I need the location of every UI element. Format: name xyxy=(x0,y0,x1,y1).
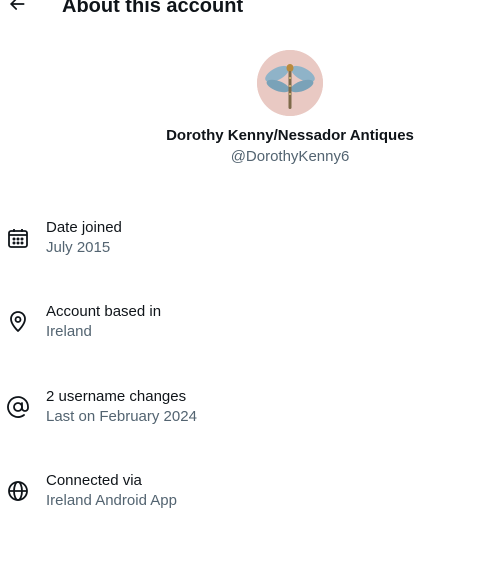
detail-value: July 2015 xyxy=(46,239,111,256)
calendar-icon xyxy=(6,226,30,250)
detail-label: Account based in xyxy=(46,303,162,320)
detail-value: Last on February 2024 xyxy=(46,408,197,425)
globe-icon xyxy=(6,479,30,503)
detail-label: Date joined xyxy=(46,219,122,236)
detail-label: 2 username changes xyxy=(46,388,187,405)
detail-label: Connected via xyxy=(46,472,142,489)
detail-value: Ireland Android App xyxy=(46,492,177,509)
detail-connected-via: Connected via Ireland Android App xyxy=(0,471,494,519)
detail-account-based-in: Account based in Ireland xyxy=(0,302,494,350)
detail-value: Ireland xyxy=(46,323,92,340)
profile-summary: Dorothy Kenny/Nessador Antiques @Dorothy… xyxy=(0,50,494,167)
dragonfly-avatar xyxy=(257,50,323,116)
back-button[interactable] xyxy=(4,0,30,19)
header: About this account xyxy=(0,0,494,22)
detail-date-joined: Date joined July 2015 xyxy=(0,218,494,266)
page-title: About this account xyxy=(62,0,244,17)
location-pin-icon xyxy=(6,310,30,334)
avatar[interactable] xyxy=(257,50,323,116)
arrow-left-icon xyxy=(7,0,27,19)
username-handle: @DorothyKenny6 xyxy=(230,148,350,165)
display-name: Dorothy Kenny/Nessador Antiques xyxy=(166,127,414,144)
at-sign-icon xyxy=(6,395,30,419)
detail-username-changes: 2 username changes Last on February 2024 xyxy=(0,387,494,435)
